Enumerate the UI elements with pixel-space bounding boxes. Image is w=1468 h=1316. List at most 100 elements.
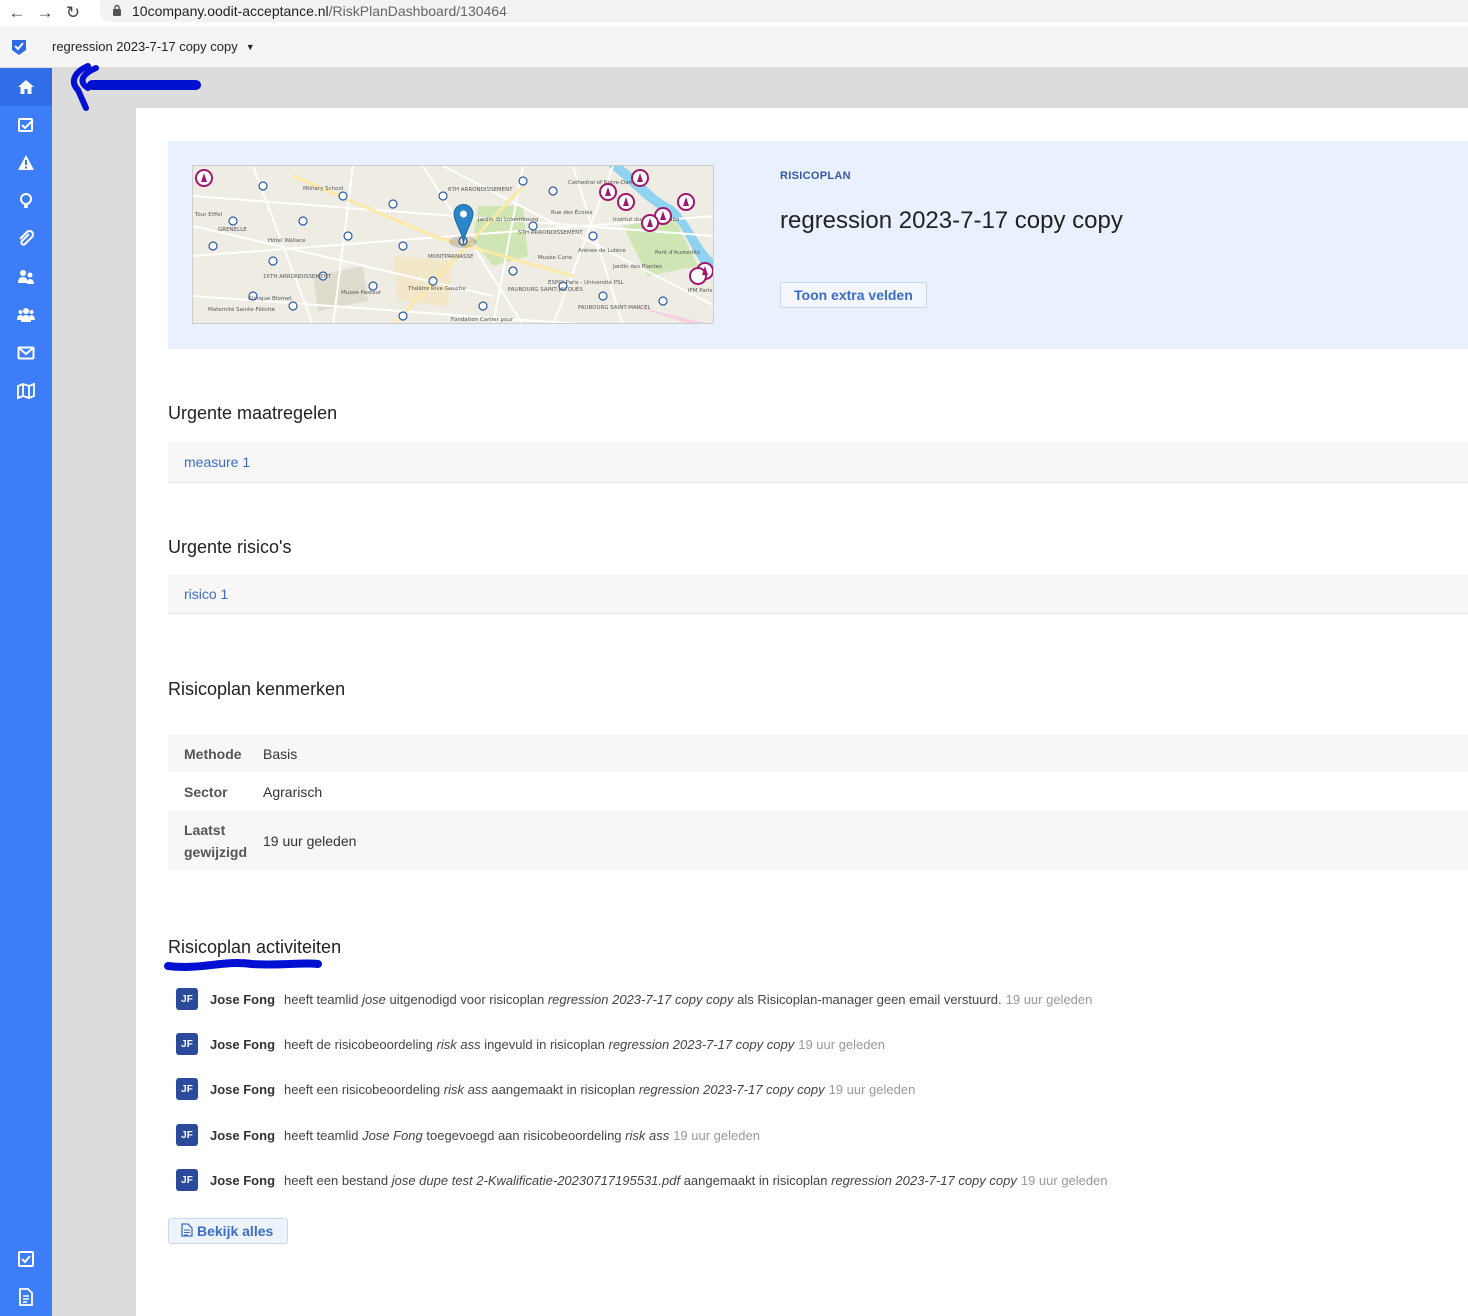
property-row-method: Methode Basis: [168, 735, 1468, 773]
map-label: FAUBOURG SAINT-MARCEL: [578, 305, 652, 311]
urgent-measure-link[interactable]: measure 1: [184, 454, 250, 470]
activity-text: heeft teamlid jose uitgenodigd voor risi…: [284, 991, 1002, 1007]
url-host: 10company.oodit-acceptance.nl: [132, 3, 329, 19]
sidebar-item-team[interactable]: [0, 258, 52, 296]
sidebar-item-users[interactable]: [0, 296, 52, 334]
show-extra-fields-button[interactable]: Toon extra velden: [780, 282, 927, 308]
activity-item: JF Jose Fong heeft teamlid jose uitgenod…: [176, 988, 1092, 1010]
map-label: Rue des Écoles: [551, 208, 592, 216]
property-key: Sector: [184, 783, 228, 800]
forward-arrow-icon[interactable]: →: [34, 2, 56, 24]
lightbulb-icon: [20, 193, 32, 208]
map-label: Musée Pasteur: [341, 289, 382, 296]
plan-hero: Military School 6TH ARRONDISSEMENT Jardi…: [168, 141, 1468, 349]
annotation-underline: [164, 959, 322, 971]
view-all-button[interactable]: Bekijk alles: [168, 1218, 289, 1244]
annotation-arrow: [70, 63, 201, 111]
property-row-last-modified: Laatst gewijzigd 19 uur geleden: [168, 811, 1468, 871]
address-bar[interactable]: 10company.oodit-acceptance.nl/RiskPlanDa…: [100, 0, 1468, 22]
location-map[interactable]: Military School 6TH ARRONDISSEMENT Jardi…: [192, 165, 714, 324]
urgent-measure-item[interactable]: measure 1: [168, 442, 1468, 483]
caret-down-icon: ▼: [245, 41, 255, 52]
user-group-icon: [18, 270, 34, 284]
map-label: Tour Eiffel: [194, 212, 222, 218]
app-header: regression 2023-7-17 copy copy ▼: [0, 26, 1468, 68]
sidebar-item-home[interactable]: [0, 68, 52, 106]
sidebar-item-map[interactable]: [0, 372, 52, 410]
warning-icon: [18, 155, 34, 170]
map-label: MONTPARNASSE: [428, 254, 474, 260]
reload-icon[interactable]: ↻: [62, 2, 84, 24]
sidebar: [0, 68, 52, 1316]
sidebar-item-checkbox[interactable]: [0, 1240, 52, 1278]
property-value: Basis: [263, 745, 298, 762]
users-icon: [17, 308, 35, 322]
property-value: Agrarisch: [263, 783, 323, 800]
view-all-label: Bekijk alles: [197, 1223, 274, 1239]
urgent-risk-link[interactable]: risico 1: [184, 586, 228, 602]
urgent-measures-title: Urgente maatregelen: [168, 403, 338, 423]
sidebar-item-documents[interactable]: [0, 1278, 52, 1316]
activity-user[interactable]: Jose Fong: [210, 1082, 275, 1097]
sidebar-item-measures[interactable]: [0, 182, 52, 220]
plan-type-label: RISICOPLAN: [780, 170, 851, 182]
checkbox-icon: [18, 1251, 34, 1267]
map-label: 15TH ARRONDISSEMENT: [263, 274, 332, 280]
activity-time: 19 uur geleden: [1020, 1172, 1108, 1188]
map-label: Clinique Blomet: [248, 296, 292, 302]
activity-item: JF Jose Fong heeft teamlid Jose Fong toe…: [176, 1124, 760, 1146]
property-row-sector: Sector Agrarisch: [168, 773, 1468, 811]
plan-selector[interactable]: regression 2023-7-17 copy copy ▼: [52, 39, 255, 54]
urgent-risks-title: Urgente risico's: [168, 537, 292, 557]
activity-user[interactable]: Jose Fong: [210, 1037, 275, 1052]
sidebar-item-attachments[interactable]: [0, 220, 52, 258]
property-value: 19 uur geleden: [263, 832, 357, 849]
lock-icon: [112, 4, 122, 19]
map-label: Pont d'Austerlitz: [655, 250, 700, 256]
map-label: Fondation Cartier pour: [451, 317, 514, 323]
map-label: GRENELLE: [218, 227, 247, 233]
activity-text: heeft een risicobeoordeling risk ass aan…: [284, 1081, 825, 1097]
activity-user[interactable]: Jose Fong: [210, 1128, 275, 1143]
activity-text: heeft een bestand jose dupe test 2-Kwali…: [284, 1172, 1017, 1188]
url-path: /RiskPlanDashboard/130464: [328, 3, 507, 19]
sidebar-item-messages[interactable]: [0, 334, 52, 372]
browser-toolbar: ← → ↻ 10company.oodit-acceptance.nl/Risk…: [0, 0, 1468, 26]
activity-user[interactable]: Jose Fong: [210, 992, 275, 1007]
activity-time: 19 uur geleden: [673, 1127, 760, 1143]
sidebar-item-tasks[interactable]: [0, 106, 52, 144]
home-icon: [18, 80, 34, 94]
avatar: JF: [176, 1169, 198, 1191]
plan-selector-label: regression 2023-7-17 copy copy: [52, 39, 238, 54]
urgent-risk-item[interactable]: risico 1: [168, 575, 1468, 614]
map-label: 5TH ARRONDISSEMENT: [518, 230, 583, 236]
map-label: 6TH ARRONDISSEMENT: [448, 187, 513, 193]
avatar: JF: [176, 1033, 198, 1055]
map-label: Military School: [303, 186, 344, 192]
map-label: Théâtre Rive Gauche: [407, 285, 466, 292]
properties-table: Methode Basis Sector Agrarisch Laatst ge…: [168, 735, 1468, 871]
activity-text: heeft de risicobeoordeling risk ass inge…: [284, 1036, 795, 1052]
avatar: JF: [176, 1124, 198, 1146]
file-icon: [181, 1222, 193, 1240]
properties-title: Risicoplan kenmerken: [168, 679, 346, 699]
document-icon: [19, 1288, 33, 1306]
sidebar-item-risks[interactable]: [0, 144, 52, 182]
avatar: JF: [176, 1078, 198, 1100]
map-label: Jardin du Luxembourg: [477, 217, 538, 223]
avatar: JF: [176, 988, 198, 1010]
activity-item: JF Jose Fong heeft een bestand jose dupe…: [176, 1169, 1108, 1191]
map-label: IFM Paris: [688, 288, 713, 294]
activity-user[interactable]: Jose Fong: [210, 1173, 275, 1188]
map-label: Hôtel Wallace: [268, 237, 306, 244]
activity-time: 19 uur geleden: [798, 1036, 885, 1052]
map-label: ESPCI Paris - Université PSL: [548, 279, 624, 286]
activity-time: 19 uur geleden: [1005, 991, 1093, 1007]
map-label: Musée Curie: [538, 254, 573, 261]
map-label: Arènes de Lutèce: [578, 247, 626, 254]
plan-title: regression 2023-7-17 copy copy: [780, 207, 1123, 234]
app-logo-icon[interactable]: [0, 26, 38, 68]
checklist-icon: [18, 118, 34, 132]
activity-text: heeft teamlid Jose Fong toegevoegd aan r…: [284, 1127, 670, 1143]
back-arrow-icon[interactable]: ←: [6, 2, 28, 24]
